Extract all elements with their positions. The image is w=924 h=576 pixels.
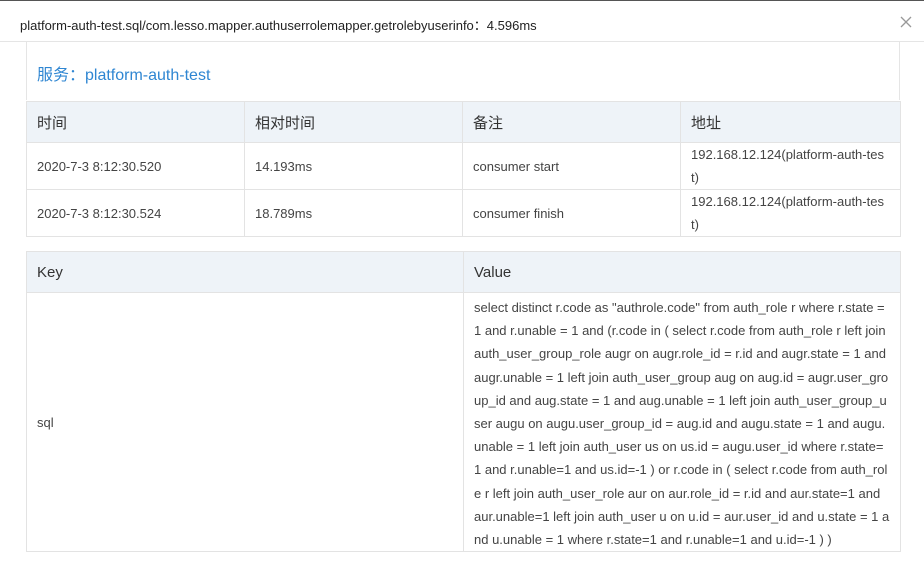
table-row: 2020-7-3 8:12:30.524 18.789ms consumer f… [26,189,901,237]
cell-relative-time: 18.789ms [244,189,463,237]
cell-value-sql: select distinct r.code as "authrole.code… [463,291,901,553]
modal-body: 服务：platform-auth-test 时间 相对时间 备注 地址 2020… [26,42,901,576]
table-row: 2020-7-3 8:12:30.520 14.193ms consumer s… [26,142,901,190]
close-icon [900,16,912,28]
column-header-key: Key [26,251,464,293]
cell-time: 2020-7-3 8:12:30.524 [26,189,245,237]
kv-table-header: Key Value [26,251,901,293]
modal-header: platform-auth-test.sql/com.lesso.mapper.… [0,0,924,42]
cell-relative-time: 14.193ms [244,142,463,190]
table-row: sql select distinct r.code as "authrole.… [26,291,901,553]
cell-key: sql [26,291,464,553]
cell-note: consumer start [462,142,681,190]
trace-table-header: 时间 相对时间 备注 地址 [26,101,901,143]
cell-note: consumer finish [462,189,681,237]
key-value-table: Key Value sql select distinct r.code as … [26,251,901,553]
close-button[interactable] [900,16,914,30]
column-header-value: Value [463,251,901,293]
trace-table: 时间 相对时间 备注 地址 2020-7-3 8:12:30.520 14.19… [26,101,901,237]
column-header-relative-time: 相对时间 [244,101,463,143]
column-header-time: 时间 [26,101,245,143]
cell-address: 192.168.12.124(platform-auth-test) [680,142,901,190]
service-title: 服务：platform-auth-test [37,67,211,84]
service-section: 服务：platform-auth-test [26,42,900,100]
modal-title: platform-auth-test.sql/com.lesso.mapper.… [20,18,537,33]
cell-address: 192.168.12.124(platform-auth-test) [680,189,901,237]
column-header-note: 备注 [462,101,681,143]
cell-time: 2020-7-3 8:12:30.520 [26,142,245,190]
column-header-address: 地址 [680,101,901,143]
